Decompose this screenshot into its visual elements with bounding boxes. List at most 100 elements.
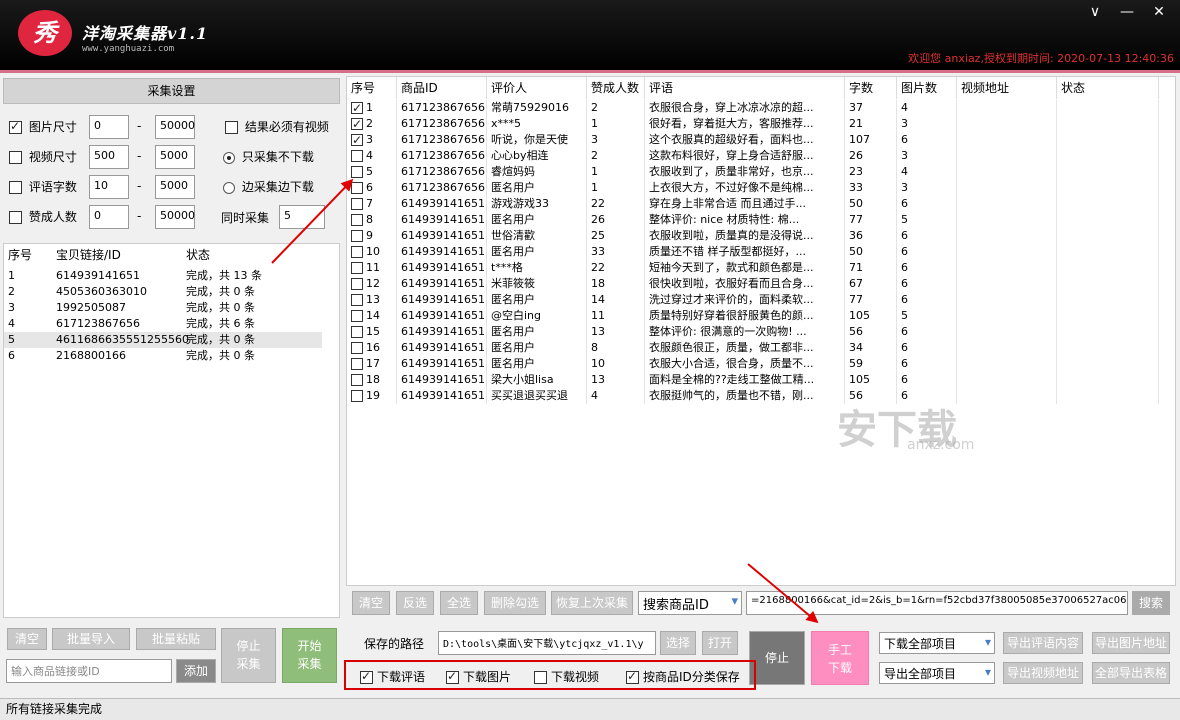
likes-max[interactable]: 50000 <box>155 205 195 229</box>
grid-header-2[interactable]: 评价人 <box>487 77 587 99</box>
grid-row[interactable]: 11 614939141651 t***格 22 短袖今天到了，款式和颜色都是... 71… <box>347 260 1159 276</box>
link-input[interactable]: 输入商品链接或ID <box>6 659 172 683</box>
open-folder-button[interactable]: 打开 <box>702 631 738 655</box>
link-row[interactable]: 1 614939141651 完成，共 13 条 <box>4 268 322 284</box>
radio-collect-download-row[interactable]: 边采集边下载 <box>223 178 314 202</box>
grid-row[interactable]: 1 617123867656常萌759290162衣服很合身，穿上冰凉冰凉的超..… <box>347 100 1159 116</box>
export-images-button[interactable]: 导出图片地址 <box>1092 632 1170 654</box>
stop-collect-button[interactable]: 停止 采集 <box>221 628 276 683</box>
batch-paste-button[interactable]: 批量粘贴 <box>136 628 216 650</box>
grid-header-7[interactable]: 视频地址 <box>957 77 1057 99</box>
row-checkbox[interactable] <box>351 116 363 132</box>
comment-len-checkbox[interactable] <box>9 181 22 194</box>
grid-header-1[interactable]: 商品ID <box>397 77 487 99</box>
radio-collect-only[interactable] <box>223 151 235 164</box>
minimize-icon[interactable]: — <box>1116 4 1138 20</box>
grid-row[interactable]: 17 614939141651 匿名用户 10 衣服大小合适，很合身，质量不... 59 6 <box>347 356 1159 372</box>
search-mode-select[interactable]: 搜索商品ID <box>638 591 742 615</box>
row-checkbox[interactable] <box>351 390 363 402</box>
row-checkbox[interactable] <box>351 246 363 258</box>
export-comments-button[interactable]: 导出评语内容 <box>1003 632 1083 654</box>
img-size-max[interactable]: 50000 <box>155 115 195 139</box>
grid-row[interactable]: 6 617123867656 匿名用户 1 上衣很大方，不过好像不是纯棉... 33 3 <box>347 180 1159 196</box>
grid-row[interactable]: 19 614939141651 买买退退买买退 4 衣服挺帅气的，质量也不错，刚... 5… <box>347 388 1159 404</box>
download-option-checkbox[interactable] <box>446 669 459 684</box>
save-path-input[interactable]: D:\tools\桌面\安下载\ytcjqxz_v1.1\y <box>438 631 656 655</box>
video-size-max[interactable]: 5000 <box>155 145 195 169</box>
grid-row[interactable]: 8 614939141651 匿名用户 26 整体评价: nice 材质特性: 棉...… <box>347 212 1159 228</box>
grid-row[interactable]: 16 614939141651 匿名用户 8 衣服颜色很正，质量，做工都非... 34 6 <box>347 340 1159 356</box>
download-option-checkbox[interactable] <box>626 669 639 684</box>
row-checkbox[interactable] <box>351 262 363 274</box>
batch-import-button[interactable]: 批量导入 <box>52 628 130 650</box>
grid-row[interactable]: 12 614939141651 米菲筱筱 18 很快收到啦，衣服好看而且合身... 67 6 <box>347 276 1159 292</box>
row-checkbox[interactable] <box>351 198 363 210</box>
row-checkbox[interactable] <box>351 230 363 242</box>
download-option[interactable]: 按商品ID分类保存 <box>626 668 740 685</box>
link-row[interactable]: 3 1992505087 完成，共 0 条 <box>4 300 322 316</box>
radio-collect-download[interactable] <box>223 181 235 194</box>
invert-select-button[interactable]: 反选 <box>396 591 434 615</box>
grid-row[interactable]: 18 614939141651 梁大小姐lisa 13 面料是全棉的??走线工整做工精.… <box>347 372 1159 388</box>
row-checkbox[interactable] <box>351 294 363 306</box>
concurrent-input[interactable]: 5 <box>279 205 325 229</box>
grid-clear-button[interactable]: 清空 <box>352 591 390 615</box>
row-checkbox[interactable] <box>351 278 363 290</box>
img-size-min[interactable]: 0 <box>89 115 129 139</box>
grid-row[interactable]: 15 614939141651 匿名用户 13 整体评价: 很满意的一次购物! ... 5… <box>347 324 1159 340</box>
grid-row[interactable]: 14 614939141651 @空白ing 11 质量特别好穿着很舒服黄色的颜... 1… <box>347 308 1159 324</box>
grid-row[interactable]: 10 614939141651 匿名用户 33 质量还不错 样子版型都挺好，... 50 6 <box>347 244 1159 260</box>
download-option[interactable]: 下载图片 <box>446 668 511 685</box>
export-table-button[interactable]: 全部导出表格 <box>1092 662 1170 684</box>
manual-download-button[interactable]: 手工 下载 <box>811 631 869 685</box>
radio-collect-only-row[interactable]: 只采集不下载 <box>223 148 314 172</box>
menu-dropdown-icon[interactable]: ∨ <box>1084 4 1106 20</box>
stop-download-button[interactable]: 停止 <box>749 631 805 685</box>
download-option-checkbox[interactable] <box>360 669 373 684</box>
start-collect-button[interactable]: 开始 采集 <box>282 628 337 683</box>
grid-row[interactable]: 7 614939141651 游戏游戏33 22 穿在身上非常合适 而且通过手... 50… <box>347 196 1159 212</box>
likes-checkbox[interactable] <box>9 211 22 224</box>
grid-row[interactable]: 9 614939141651 世俗清歡 25 衣服收到啦，质量真的是没得说... 36 6 <box>347 228 1159 244</box>
row-checkbox[interactable] <box>351 342 363 354</box>
row-checkbox[interactable] <box>351 100 363 116</box>
must-video-checkbox[interactable] <box>225 121 238 134</box>
export-videos-button[interactable]: 导出视频地址 <box>1003 662 1083 684</box>
close-icon[interactable]: ✕ <box>1148 4 1170 20</box>
link-row[interactable]: 6 2168800166 完成，共 0 条 <box>4 348 322 364</box>
likes-min[interactable]: 0 <box>89 205 129 229</box>
select-all-button[interactable]: 全选 <box>440 591 478 615</box>
row-checkbox[interactable] <box>351 132 363 148</box>
link-row[interactable]: 4 617123867656 完成，共 6 条 <box>4 316 322 332</box>
download-option-checkbox[interactable] <box>534 671 547 684</box>
download-option[interactable]: 下载评语 <box>360 668 425 685</box>
restore-last-button[interactable]: 恢复上次采集 <box>551 591 633 615</box>
grid-row[interactable]: 2 617123867656x***51很好看，穿着挺大方，客服推荐...213 <box>347 116 1159 132</box>
download-scope-select[interactable]: 下载全部项目 <box>879 632 995 654</box>
search-button[interactable]: 搜索 <box>1132 591 1170 615</box>
grid-header-0[interactable]: 序号 <box>347 77 397 99</box>
row-checkbox[interactable] <box>351 374 363 386</box>
row-checkbox[interactable] <box>351 214 363 226</box>
img-size-checkbox[interactable] <box>9 119 22 134</box>
delete-checked-button[interactable]: 删除勾选 <box>484 591 546 615</box>
comment-len-max[interactable]: 5000 <box>155 175 195 199</box>
browse-button[interactable]: 选择 <box>660 631 696 655</box>
row-checkbox[interactable] <box>351 166 363 178</box>
grid-header-6[interactable]: 图片数 <box>897 77 957 99</box>
export-scope-select[interactable]: 导出全部项目 <box>879 662 995 684</box>
grid-row[interactable]: 3617123867656听说，你是天使3这个衣服真的超级好看，面料也...10… <box>347 132 1159 148</box>
link-row[interactable]: 2 4505360363010 完成，共 0 条 <box>4 284 322 300</box>
video-size-min[interactable]: 500 <box>89 145 129 169</box>
add-link-button[interactable]: 添加 <box>176 659 216 683</box>
grid-header-3[interactable]: 赞成人数 <box>587 77 645 99</box>
grid-header-5[interactable]: 字数 <box>845 77 897 99</box>
grid-header-4[interactable]: 评语 <box>645 77 845 99</box>
row-checkbox[interactable] <box>351 150 363 162</box>
row-checkbox[interactable] <box>351 358 363 370</box>
video-size-checkbox[interactable] <box>9 151 22 164</box>
link-row[interactable]: 5 4611686635551255560 完成，共 0 条 <box>4 332 322 348</box>
row-checkbox[interactable] <box>351 310 363 322</box>
row-checkbox[interactable] <box>351 326 363 338</box>
download-option[interactable]: 下载视频 <box>534 668 599 685</box>
